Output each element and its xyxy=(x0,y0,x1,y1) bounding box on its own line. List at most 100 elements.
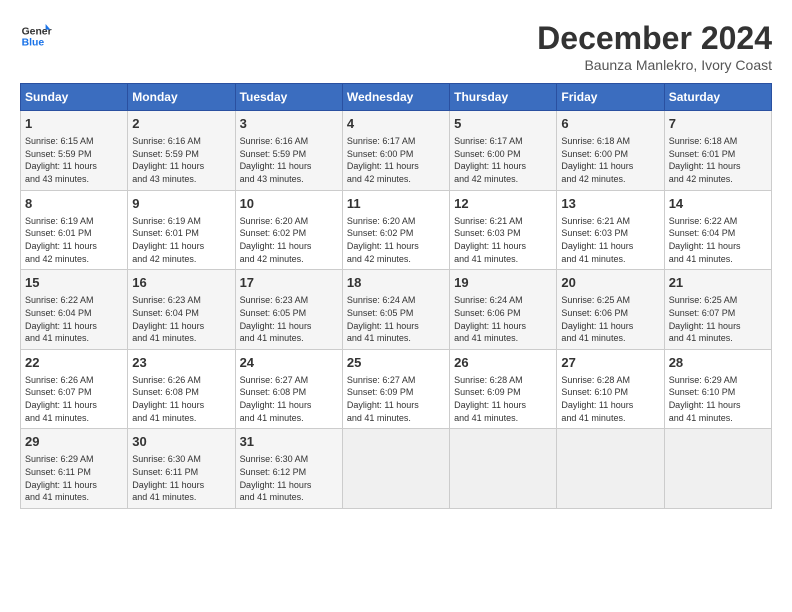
calendar-cell: 20 Sunrise: 6:25 AM Sunset: 6:06 PM Dayli… xyxy=(557,270,664,350)
day-info: Sunrise: 6:21 AM Sunset: 6:03 PM Dayligh… xyxy=(561,215,659,265)
calendar-header: SundayMondayTuesdayWednesdayThursdayFrid… xyxy=(21,84,772,111)
day-info: Sunrise: 6:24 AM Sunset: 6:06 PM Dayligh… xyxy=(454,294,552,344)
day-info: Sunrise: 6:26 AM Sunset: 6:07 PM Dayligh… xyxy=(25,374,123,424)
day-number: 19 xyxy=(454,274,552,292)
svg-text:Blue: Blue xyxy=(22,38,45,49)
day-number: 4 xyxy=(347,115,445,133)
calendar-cell: 28 Sunrise: 6:29 AM Sunset: 6:10 PM Dayli… xyxy=(664,349,771,429)
calendar-week-1: 1 Sunrise: 6:15 AM Sunset: 5:59 PM Daylig… xyxy=(21,111,772,191)
day-number: 12 xyxy=(454,195,552,213)
day-number: 31 xyxy=(240,433,338,451)
calendar-cell: 1 Sunrise: 6:15 AM Sunset: 5:59 PM Daylig… xyxy=(21,111,128,191)
calendar-cell xyxy=(557,429,664,509)
day-number: 13 xyxy=(561,195,659,213)
day-info: Sunrise: 6:22 AM Sunset: 6:04 PM Dayligh… xyxy=(25,294,123,344)
day-info: Sunrise: 6:17 AM Sunset: 6:00 PM Dayligh… xyxy=(454,135,552,185)
calendar-cell: 12 Sunrise: 6:21 AM Sunset: 6:03 PM Dayli… xyxy=(450,190,557,270)
day-info: Sunrise: 6:22 AM Sunset: 6:04 PM Dayligh… xyxy=(669,215,767,265)
calendar-cell: 14Sunrise: 6:22 AM Sunset: 6:04 PM Dayli… xyxy=(664,190,771,270)
day-number: 20 xyxy=(561,274,659,292)
calendar-week-5: 29Sunrise: 6:29 AM Sunset: 6:11 PM Dayli… xyxy=(21,429,772,509)
calendar-week-4: 22 Sunrise: 6:26 AM Sunset: 6:07 PM Dayli… xyxy=(21,349,772,429)
day-info: Sunrise: 6:23 AM Sunset: 6:04 PM Dayligh… xyxy=(132,294,230,344)
calendar-cell: 26 Sunrise: 6:28 AM Sunset: 6:09 PM Dayli… xyxy=(450,349,557,429)
day-number: 28 xyxy=(669,354,767,372)
calendar-cell: 8Sunrise: 6:19 AM Sunset: 6:01 PM Daylig… xyxy=(21,190,128,270)
day-number: 25 xyxy=(347,354,445,372)
day-info: Sunrise: 6:30 AM Sunset: 6:11 PM Dayligh… xyxy=(132,453,230,503)
calendar-cell: 10Sunrise: 6:20 AM Sunset: 6:02 PM Dayli… xyxy=(235,190,342,270)
page-subtitle: Baunza Manlekro, Ivory Coast xyxy=(537,57,772,73)
day-number: 21 xyxy=(669,274,767,292)
calendar-cell: 16Sunrise: 6:23 AM Sunset: 6:04 PM Dayli… xyxy=(128,270,235,350)
day-info: Sunrise: 6:16 AM Sunset: 5:59 PM Dayligh… xyxy=(240,135,338,185)
day-number: 22 xyxy=(25,354,123,372)
day-info: Sunrise: 6:26 AM Sunset: 6:08 PM Dayligh… xyxy=(132,374,230,424)
day-number: 3 xyxy=(240,115,338,133)
day-info: Sunrise: 6:15 AM Sunset: 5:59 PM Dayligh… xyxy=(25,135,123,185)
day-number: 6 xyxy=(561,115,659,133)
day-number: 18 xyxy=(347,274,445,292)
day-info: Sunrise: 6:18 AM Sunset: 6:00 PM Dayligh… xyxy=(561,135,659,185)
day-info: Sunrise: 6:27 AM Sunset: 6:08 PM Dayligh… xyxy=(240,374,338,424)
calendar-cell: 7 Sunrise: 6:18 AM Sunset: 6:01 PM Daylig… xyxy=(664,111,771,191)
logo: General Blue xyxy=(20,20,52,52)
calendar-cell: 3 Sunrise: 6:16 AM Sunset: 5:59 PM Daylig… xyxy=(235,111,342,191)
calendar-cell: 23Sunrise: 6:26 AM Sunset: 6:08 PM Dayli… xyxy=(128,349,235,429)
day-number: 10 xyxy=(240,195,338,213)
day-info: Sunrise: 6:19 AM Sunset: 6:01 PM Dayligh… xyxy=(25,215,123,265)
header-row: SundayMondayTuesdayWednesdayThursdayFrid… xyxy=(21,84,772,111)
day-number: 5 xyxy=(454,115,552,133)
day-number: 26 xyxy=(454,354,552,372)
header-day-saturday: Saturday xyxy=(664,84,771,111)
calendar-cell: 17 Sunrise: 6:23 AM Sunset: 6:05 PM Dayli… xyxy=(235,270,342,350)
calendar-cell: 4 Sunrise: 6:17 AM Sunset: 6:00 PM Daylig… xyxy=(342,111,449,191)
day-info: Sunrise: 6:28 AM Sunset: 6:09 PM Dayligh… xyxy=(454,374,552,424)
header-day-sunday: Sunday xyxy=(21,84,128,111)
day-info: Sunrise: 6:18 AM Sunset: 6:01 PM Dayligh… xyxy=(669,135,767,185)
calendar-body: 1 Sunrise: 6:15 AM Sunset: 5:59 PM Daylig… xyxy=(21,111,772,509)
day-number: 1 xyxy=(25,115,123,133)
day-number: 7 xyxy=(669,115,767,133)
day-number: 15 xyxy=(25,274,123,292)
day-info: Sunrise: 6:17 AM Sunset: 6:00 PM Dayligh… xyxy=(347,135,445,185)
day-info: Sunrise: 6:28 AM Sunset: 6:10 PM Dayligh… xyxy=(561,374,659,424)
day-info: Sunrise: 6:25 AM Sunset: 6:07 PM Dayligh… xyxy=(669,294,767,344)
day-number: 2 xyxy=(132,115,230,133)
day-number: 17 xyxy=(240,274,338,292)
day-info: Sunrise: 6:21 AM Sunset: 6:03 PM Dayligh… xyxy=(454,215,552,265)
calendar-cell: 24Sunrise: 6:27 AM Sunset: 6:08 PM Dayli… xyxy=(235,349,342,429)
day-number: 9 xyxy=(132,195,230,213)
day-info: Sunrise: 6:24 AM Sunset: 6:05 PM Dayligh… xyxy=(347,294,445,344)
day-info: Sunrise: 6:23 AM Sunset: 6:05 PM Dayligh… xyxy=(240,294,338,344)
calendar-cell: 13 Sunrise: 6:21 AM Sunset: 6:03 PM Dayli… xyxy=(557,190,664,270)
logo-icon: General Blue xyxy=(20,20,52,52)
calendar-cell: 15 Sunrise: 6:22 AM Sunset: 6:04 PM Dayli… xyxy=(21,270,128,350)
day-info: Sunrise: 6:16 AM Sunset: 5:59 PM Dayligh… xyxy=(132,135,230,185)
calendar-cell xyxy=(342,429,449,509)
calendar-cell: 30 Sunrise: 6:30 AM Sunset: 6:11 PM Dayli… xyxy=(128,429,235,509)
day-info: Sunrise: 6:27 AM Sunset: 6:09 PM Dayligh… xyxy=(347,374,445,424)
header-day-tuesday: Tuesday xyxy=(235,84,342,111)
calendar-cell: 6 Sunrise: 6:18 AM Sunset: 6:00 PM Daylig… xyxy=(557,111,664,191)
calendar-cell: 19 Sunrise: 6:24 AM Sunset: 6:06 PM Dayli… xyxy=(450,270,557,350)
day-info: Sunrise: 6:29 AM Sunset: 6:10 PM Dayligh… xyxy=(669,374,767,424)
day-number: 29 xyxy=(25,433,123,451)
day-info: Sunrise: 6:30 AM Sunset: 6:12 PM Dayligh… xyxy=(240,453,338,503)
calendar-cell: 18 Sunrise: 6:24 AM Sunset: 6:05 PM Dayli… xyxy=(342,270,449,350)
calendar-cell: 31 Sunrise: 6:30 AM Sunset: 6:12 PM Dayli… xyxy=(235,429,342,509)
calendar-cell: 29Sunrise: 6:29 AM Sunset: 6:11 PM Dayli… xyxy=(21,429,128,509)
day-number: 11 xyxy=(347,195,445,213)
day-info: Sunrise: 6:25 AM Sunset: 6:06 PM Dayligh… xyxy=(561,294,659,344)
day-info: Sunrise: 6:19 AM Sunset: 6:01 PM Dayligh… xyxy=(132,215,230,265)
calendar-cell xyxy=(450,429,557,509)
day-info: Sunrise: 6:20 AM Sunset: 6:02 PM Dayligh… xyxy=(347,215,445,265)
calendar-cell: 21 Sunrise: 6:25 AM Sunset: 6:07 PM Dayli… xyxy=(664,270,771,350)
calendar-cell: 5 Sunrise: 6:17 AM Sunset: 6:00 PM Daylig… xyxy=(450,111,557,191)
header-day-wednesday: Wednesday xyxy=(342,84,449,111)
calendar-table: SundayMondayTuesdayWednesdayThursdayFrid… xyxy=(20,83,772,509)
day-number: 30 xyxy=(132,433,230,451)
header-day-monday: Monday xyxy=(128,84,235,111)
calendar-cell: 27 Sunrise: 6:28 AM Sunset: 6:10 PM Dayli… xyxy=(557,349,664,429)
day-number: 27 xyxy=(561,354,659,372)
